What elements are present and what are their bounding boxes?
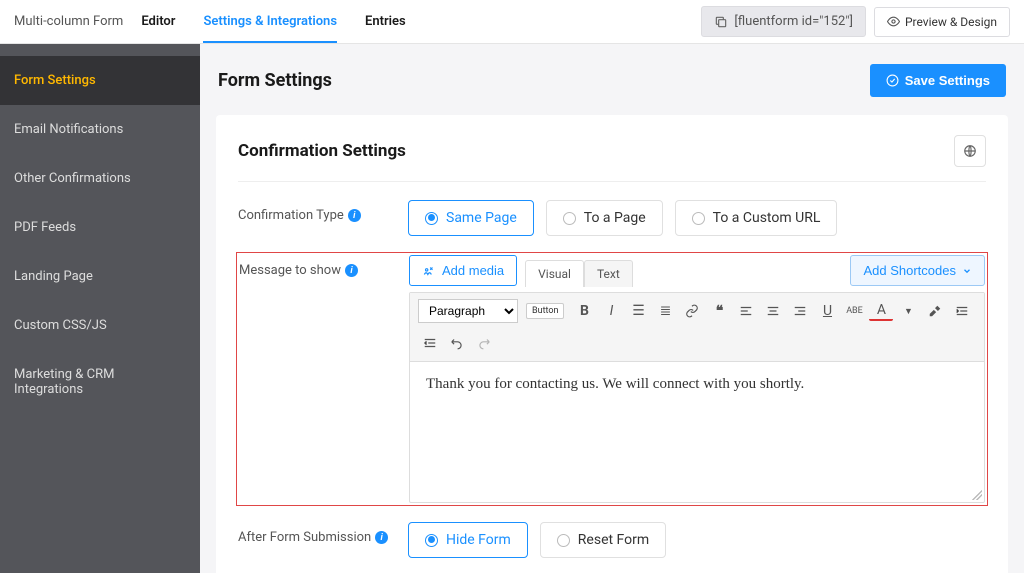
block-format-select[interactable]: Paragraph	[418, 299, 518, 323]
wysiwyg-toolbar: Paragraph Button B I ☰ ≣	[410, 293, 984, 362]
card-header: Confirmation Settings	[238, 135, 986, 182]
editor-topline-left: Add media Visual Text	[409, 255, 633, 286]
dropdown-caret-icon[interactable]: ▼	[896, 299, 920, 323]
save-settings-button[interactable]: Save Settings	[870, 64, 1006, 97]
align-center-icon[interactable]	[761, 299, 785, 323]
tab-settings-integrations[interactable]: Settings & Integrations	[203, 0, 337, 43]
italic-icon[interactable]: I	[599, 299, 623, 323]
bold-icon[interactable]: B	[572, 299, 596, 323]
editor-content[interactable]: Thank you for contacting us. We will con…	[410, 362, 984, 502]
strikethrough-icon[interactable]: ABE	[842, 299, 866, 323]
wysiwyg-editor: Paragraph Button B I ☰ ≣	[409, 292, 985, 503]
topbar-left: Multi-column Form Editor Settings & Inte…	[14, 0, 406, 43]
undo-icon[interactable]	[445, 331, 469, 355]
info-icon[interactable]: i	[375, 531, 388, 544]
option-hide-form[interactable]: Hide Form	[408, 522, 528, 558]
toolbar-icons: B I ☰ ≣ ❝	[572, 299, 974, 323]
toolbar-row-2	[418, 331, 976, 355]
option-same-page[interactable]: Same Page	[408, 200, 534, 236]
media-icon	[422, 264, 436, 278]
help-button[interactable]	[954, 135, 986, 167]
settings-card: Confirmation Settings Confirmation Type …	[216, 115, 1008, 573]
shortcode-badge[interactable]: [fluentform id="152"]	[701, 6, 866, 37]
tab-entries[interactable]: Entries	[365, 0, 406, 43]
clear-format-icon[interactable]	[923, 299, 947, 323]
globe-icon	[963, 144, 977, 158]
save-label: Save Settings	[905, 73, 990, 88]
editor-mode-tabs: Visual Text	[525, 259, 633, 286]
form-name: Multi-column Form	[14, 14, 123, 29]
eye-icon	[887, 15, 900, 28]
sidebar-item-pdf-feeds[interactable]: PDF Feeds	[0, 203, 200, 252]
page-header: Form Settings Save Settings	[216, 60, 1008, 101]
top-bar: Multi-column Form Editor Settings & Inte…	[0, 0, 1024, 44]
resize-grip-icon[interactable]	[972, 490, 982, 500]
info-icon[interactable]: i	[345, 264, 358, 277]
after-submission-options: Hide Form Reset Form	[408, 522, 666, 558]
sidebar: Form Settings Email Notifications Other …	[0, 44, 200, 573]
indent-icon[interactable]	[950, 299, 974, 323]
check-circle-icon	[886, 74, 899, 87]
bullet-list-icon[interactable]: ☰	[626, 299, 650, 323]
row-message-to-show: Message to show i Add media Visual Tex	[236, 252, 988, 506]
content: Form Settings Save Settings Confirmation…	[200, 44, 1024, 573]
topbar-right: [fluentform id="152"] Preview & Design	[701, 6, 1010, 37]
align-left-icon[interactable]	[734, 299, 758, 323]
preview-label: Preview & Design	[905, 15, 997, 29]
quote-icon[interactable]: ❝	[707, 299, 731, 323]
option-reset-form[interactable]: Reset Form	[540, 522, 666, 558]
redo-icon[interactable]	[472, 331, 496, 355]
sidebar-item-landing-page[interactable]: Landing Page	[0, 252, 200, 301]
underline-icon[interactable]: U	[815, 299, 839, 323]
sidebar-item-form-settings[interactable]: Form Settings	[0, 56, 200, 105]
info-icon[interactable]: i	[348, 209, 361, 222]
sidebar-item-custom-css-js[interactable]: Custom CSS/JS	[0, 301, 200, 350]
text-color-icon[interactable]: A	[869, 301, 893, 321]
radio-dot-icon	[563, 212, 576, 225]
option-to-custom-url[interactable]: To a Custom URL	[675, 200, 838, 236]
outdent-icon[interactable]	[418, 331, 442, 355]
radio-dot-icon	[692, 212, 705, 225]
radio-dot-icon	[557, 534, 570, 547]
add-shortcodes-button[interactable]: Add Shortcodes	[850, 255, 985, 286]
card-title: Confirmation Settings	[238, 141, 406, 161]
confirmation-type-options: Same Page To a Page To a Custom URL	[408, 200, 837, 236]
label-confirmation-type: Confirmation Type i	[238, 200, 408, 223]
preview-design-button[interactable]: Preview & Design	[874, 7, 1010, 37]
option-to-page[interactable]: To a Page	[546, 200, 663, 236]
radio-dot-icon	[425, 212, 438, 225]
copy-icon	[714, 15, 728, 29]
sidebar-item-email-notifications[interactable]: Email Notifications	[0, 105, 200, 154]
main-tabs: Editor Settings & Integrations Entries	[141, 0, 405, 43]
link-icon[interactable]	[680, 299, 704, 323]
label-after-submission: After Form Submission i	[238, 522, 408, 545]
label-message: Message to show i	[239, 255, 409, 278]
tab-editor[interactable]: Editor	[141, 0, 175, 43]
add-media-button[interactable]: Add media	[409, 255, 517, 286]
row-confirmation-type: Confirmation Type i Same Page To a Page …	[238, 200, 986, 236]
align-right-icon[interactable]	[788, 299, 812, 323]
shortcode-text: [fluentform id="152"]	[734, 14, 853, 29]
editor-area: Add media Visual Text Add Shortcodes	[409, 255, 985, 503]
layout: Form Settings Email Notifications Other …	[0, 44, 1024, 573]
button-format[interactable]: Button	[526, 303, 564, 319]
chevron-down-icon	[962, 266, 972, 276]
numbered-list-icon[interactable]: ≣	[653, 299, 677, 323]
radio-dot-icon	[425, 534, 438, 547]
page-title: Form Settings	[218, 70, 332, 91]
editor-topline: Add media Visual Text Add Shortcodes	[409, 255, 985, 286]
editor-tab-text[interactable]: Text	[584, 260, 633, 287]
sidebar-item-other-confirmations[interactable]: Other Confirmations	[0, 154, 200, 203]
row-after-submission: After Form Submission i Hide Form Reset …	[238, 522, 986, 558]
editor-tab-visual[interactable]: Visual	[525, 260, 584, 287]
sidebar-item-marketing-crm[interactable]: Marketing & CRM Integrations	[0, 350, 200, 414]
